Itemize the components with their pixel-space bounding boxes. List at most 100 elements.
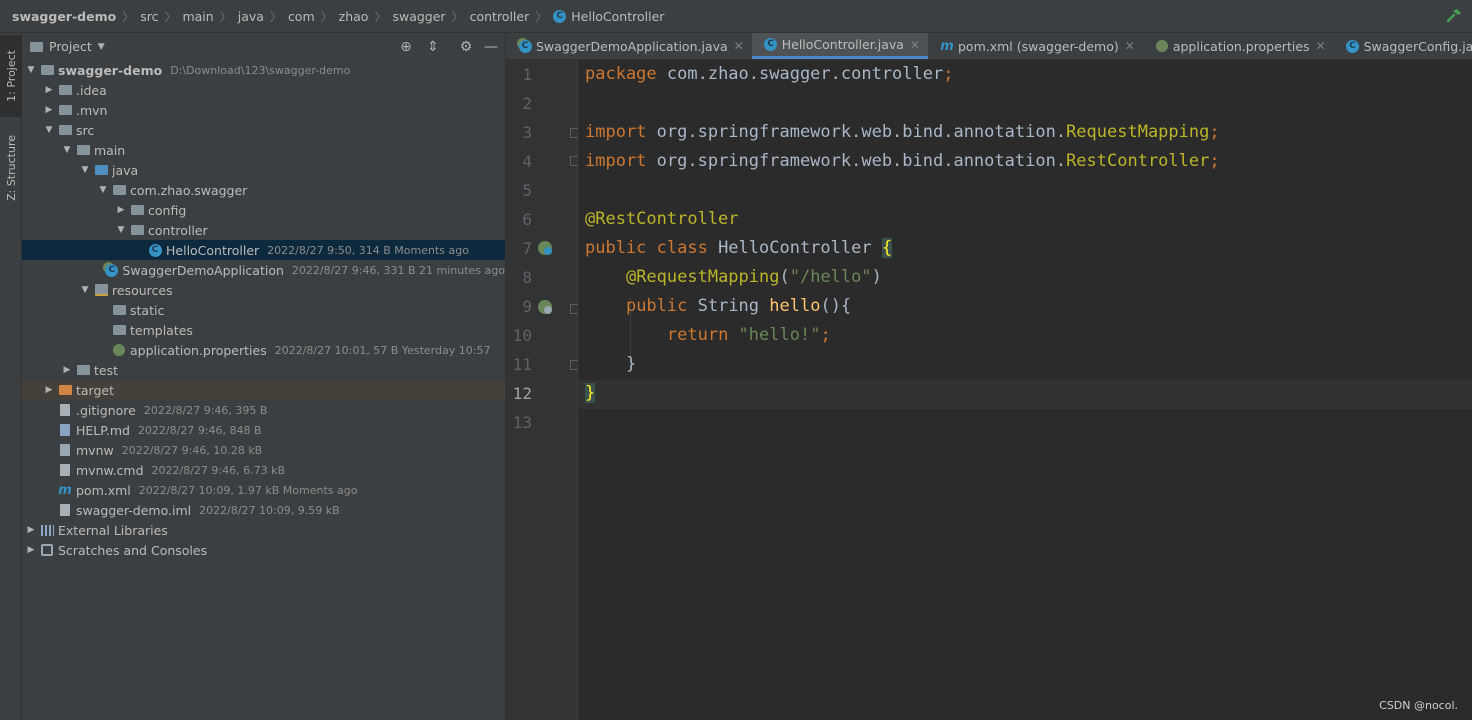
tab-label: HelloController.java — [781, 37, 904, 52]
tree-item[interactable]: ▶ .mvn — [22, 100, 505, 120]
expanded-arrow-icon[interactable]: ▼ — [60, 145, 74, 155]
expanded-arrow-icon[interactable]: ▼ — [42, 125, 56, 135]
tree-item[interactable]: templates — [22, 320, 505, 340]
tree-item[interactable]: m pom.xml 2022/8/27 10:09, 1.97 kB Moments… — [22, 480, 505, 500]
spring-bean-gutter-icon[interactable] — [537, 240, 553, 256]
tree-item-label: java — [112, 162, 139, 178]
collapsed-arrow-icon[interactable]: ▶ — [42, 85, 56, 95]
collapsed-arrow-icon[interactable]: ▶ — [60, 365, 74, 375]
tree-item[interactable]: ▶ test — [22, 360, 505, 380]
breadcrumb-item[interactable]: controller — [470, 9, 530, 24]
expanded-arrow-icon[interactable]: ▼ — [114, 225, 128, 235]
code-token: RequestMapping — [1066, 122, 1210, 142]
tree-item[interactable]: static — [22, 300, 505, 320]
breadcrumb-item[interactable]: com — [288, 9, 315, 24]
locate-file-icon[interactable]: ⊕ — [398, 39, 414, 55]
collapsed-arrow-icon[interactable]: ▶ — [42, 105, 56, 115]
breadcrumb-item[interactable]: src — [140, 9, 158, 24]
code-token: hello — [769, 296, 821, 316]
class-icon: C — [148, 243, 162, 257]
editor-tab[interactable]: C HelloController.java ✕ — [751, 33, 928, 59]
project-view-selector[interactable]: Project — [49, 39, 92, 54]
breadcrumb-label: com — [287, 8, 315, 24]
editor-tab[interactable]: application.properties ✕ — [1143, 33, 1334, 59]
tree-item[interactable]: ▼ java — [22, 160, 505, 180]
folder-blue-icon — [94, 164, 108, 176]
package-icon — [130, 224, 144, 236]
tree-item[interactable]: ▼ main — [22, 140, 505, 160]
breadcrumb-item[interactable]: swagger — [392, 9, 445, 24]
close-icon[interactable]: ✕ — [734, 39, 744, 53]
close-icon[interactable]: ✕ — [910, 38, 920, 52]
tree-item[interactable]: ▶ External Libraries — [22, 520, 505, 540]
tree-item[interactable]: ▶ config — [22, 200, 505, 220]
web-endpoint-gutter-icon[interactable] — [537, 299, 553, 315]
collapse-all-icon[interactable]: ⇕ — [425, 39, 441, 55]
tree-item[interactable]: .gitignore 2022/8/27 9:46, 395 B — [22, 400, 505, 420]
tree-item[interactable]: C HelloController 2022/8/27 9:50, 314 B Mo… — [22, 240, 505, 260]
collapsed-arrow-icon[interactable]: ▶ — [114, 205, 128, 215]
tree-item[interactable]: ▼ swagger-demo D:\Download\123\swagger-dem… — [22, 60, 505, 80]
collapsed-arrow-icon[interactable]: ▶ — [42, 385, 56, 395]
breadcrumb-label: controller — [469, 8, 530, 24]
line-number: 12 — [512, 384, 532, 403]
tree-item[interactable]: ▼ src — [22, 120, 505, 140]
collapsed-arrow-icon[interactable]: ▶ — [24, 545, 38, 555]
code-token: org.springframework.web.bind.annotation. — [656, 122, 1067, 142]
project-panel-header: Project ▼ ⊕ ⇕ ⚙ — — [22, 33, 505, 60]
tree-item[interactable]: ▶ Scratches and Consoles — [22, 540, 505, 560]
tree-item[interactable]: swagger-demo.iml 2022/8/27 10:09, 9.59 kB — [22, 500, 505, 520]
breadcrumb-label: src — [140, 8, 159, 24]
tree-item[interactable]: ▶ .idea — [22, 80, 505, 100]
tree-item-label: mvnw.cmd — [76, 462, 144, 478]
project-panel: Project ▼ ⊕ ⇕ ⚙ — ▼ swagger-demo D:\Downlo… — [22, 33, 506, 720]
chevron-down-icon[interactable]: ▼ — [98, 42, 105, 52]
build-hammer-icon[interactable] — [1446, 8, 1462, 24]
expanded-arrow-icon[interactable]: ▼ — [78, 165, 92, 175]
tree-item[interactable]: application.properties 2022/8/27 10:01, 5… — [22, 340, 505, 360]
collapsed-arrow-icon[interactable]: ▶ — [24, 525, 38, 535]
maven-icon: m — [940, 38, 954, 54]
tree-item[interactable]: mvnw.cmd 2022/8/27 9:46, 6.73 kB — [22, 460, 505, 480]
close-icon[interactable]: ✕ — [1125, 39, 1135, 53]
code-token: org.springframework.web.bind.annotation. — [656, 151, 1067, 171]
editor-tab[interactable]: C SwaggerDemoApplication.java ✕ — [506, 33, 752, 59]
tree-item-meta: 2022/8/27 10:09, 9.59 kB — [199, 503, 340, 517]
editor-tab[interactable]: CSwaggerConfig.java✕ — [1334, 33, 1472, 59]
breadcrumb-item[interactable]: zhao — [339, 9, 369, 24]
close-icon[interactable]: ✕ — [1316, 39, 1326, 53]
breadcrumb-item[interactable]: swagger-demo — [12, 9, 116, 24]
expanded-arrow-icon[interactable]: ▼ — [96, 185, 110, 195]
code-editor[interactable]: package com.zhao.swagger.controller; impo… — [578, 60, 1472, 720]
editor-tab[interactable]: m pom.xml (swagger-demo) ✕ — [928, 33, 1143, 59]
structure-tool-tab[interactable]: Z: Structure — [0, 123, 22, 213]
breadcrumb-item[interactable]: java — [238, 9, 264, 24]
tree-item[interactable]: HELP.md 2022/8/27 9:46, 848 B — [22, 420, 505, 440]
line-number: 7 — [522, 239, 532, 258]
file-icon — [58, 404, 72, 416]
tree-item[interactable]: ▶ target — [22, 380, 505, 400]
breadcrumb-item[interactable]: main — [182, 9, 213, 24]
tree-item[interactable]: C SwaggerDemoApplication 2022/8/27 9:46, 3… — [22, 260, 505, 280]
tab-label: SwaggerDemoApplication.java — [536, 38, 728, 54]
folder-orange-icon — [58, 384, 72, 396]
tree-item[interactable]: ▼ controller — [22, 220, 505, 240]
tree-item[interactable]: mvnw 2022/8/27 9:46, 10.28 kB — [22, 440, 505, 460]
tree-item-label: target — [76, 382, 115, 398]
tree-item-label: templates — [130, 322, 193, 338]
gear-icon[interactable]: ⚙ — [458, 39, 474, 55]
code-token: com.zhao.swagger.controller — [666, 64, 944, 84]
expanded-arrow-icon[interactable]: ▼ — [78, 285, 92, 295]
project-tool-tab[interactable]: 1: Project — [0, 35, 22, 117]
libs-icon — [40, 524, 54, 536]
code-token: ; — [943, 64, 954, 84]
code-line: return "hello!"; — [585, 321, 831, 350]
breadcrumb-item[interactable]: C HelloController — [553, 9, 664, 24]
hide-panel-icon[interactable]: — — [483, 39, 499, 55]
expanded-arrow-icon[interactable]: ▼ — [24, 65, 38, 75]
tree-item[interactable]: ▼ com.zhao.swagger — [22, 180, 505, 200]
tree-item[interactable]: ▼ resources — [22, 280, 505, 300]
tree-item-label: resources — [112, 282, 173, 298]
tree-item-meta: 2022/8/27 9:46, 848 B — [137, 423, 262, 437]
